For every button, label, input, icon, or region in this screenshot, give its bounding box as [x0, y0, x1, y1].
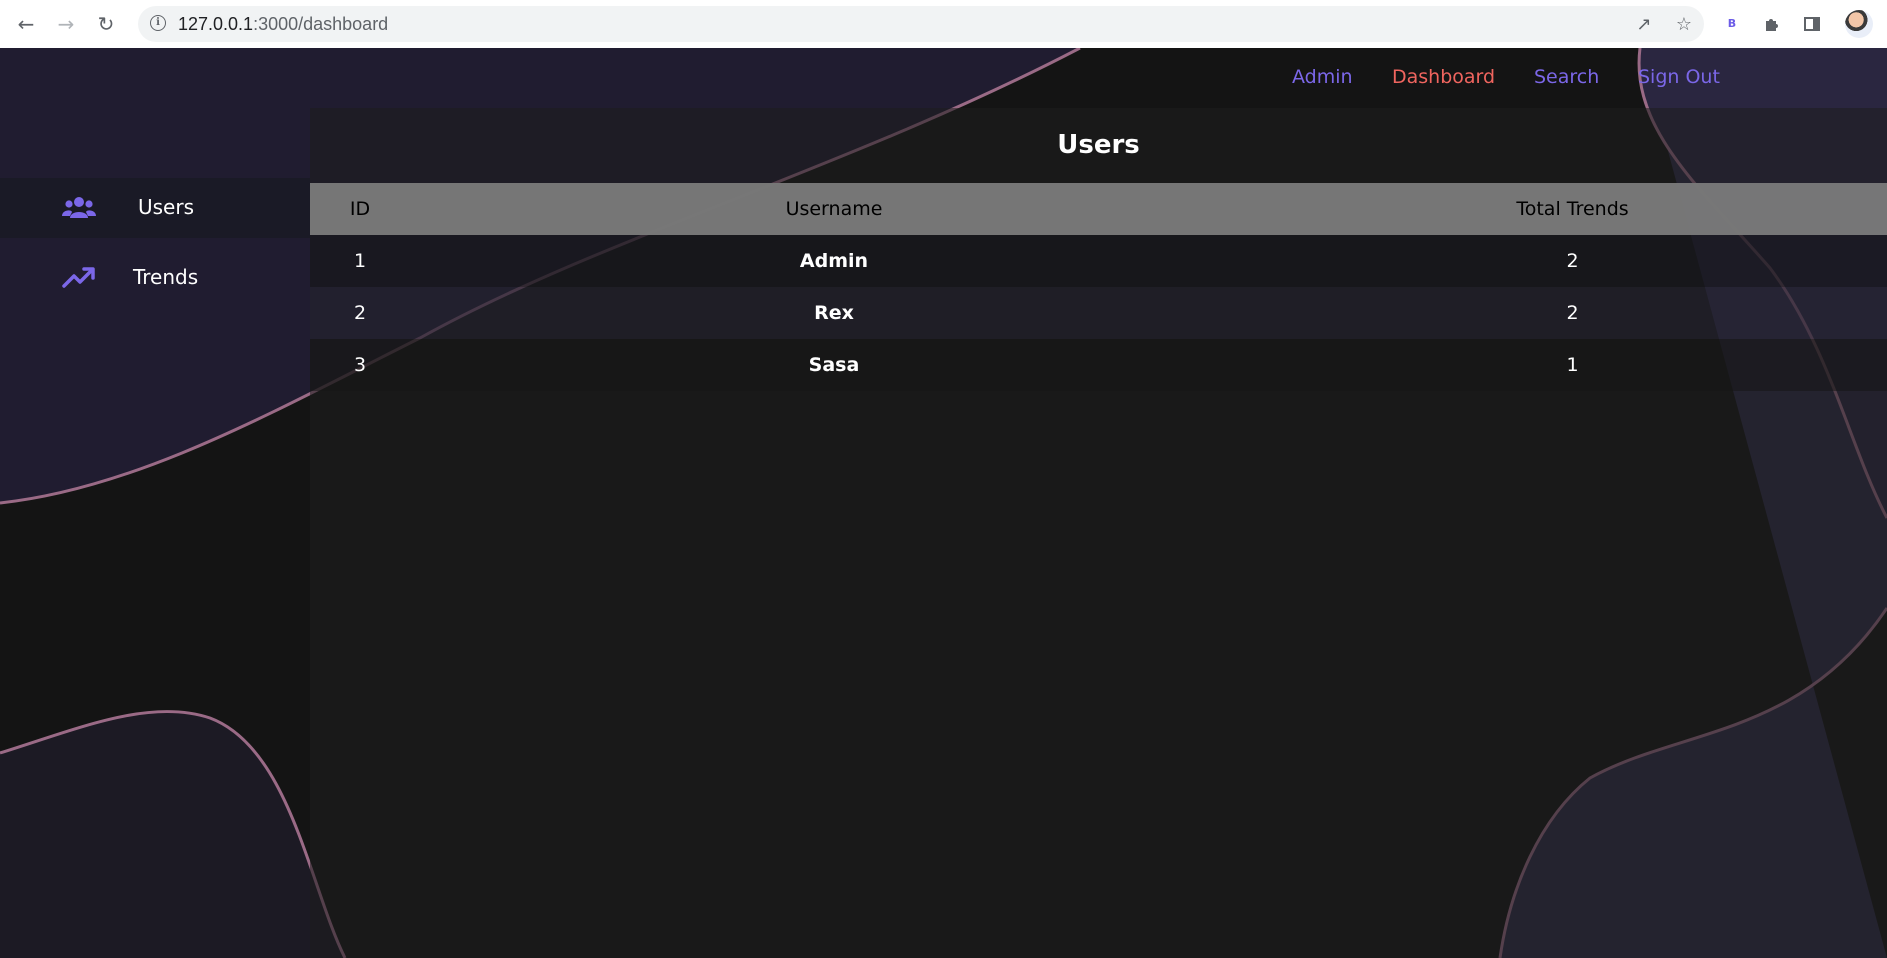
column-header-username: Username	[410, 183, 1258, 235]
trending-up-icon	[62, 267, 95, 288]
cell-id: 1	[310, 235, 410, 287]
nav-dashboard-link[interactable]: Dashboard	[1392, 66, 1495, 88]
top-navigation: Admin Dashboard Search Sign Out	[0, 48, 1887, 108]
sidebar-item-label: Users	[138, 195, 195, 219]
sidebar-item-label: Trends	[133, 265, 199, 289]
table-row: 3 Sasa 1	[310, 339, 1887, 391]
sidebar-item-trends[interactable]: Trends	[0, 248, 310, 308]
reload-icon[interactable]: ↻	[94, 12, 118, 36]
nav-sign-out-link[interactable]: Sign Out	[1638, 66, 1720, 88]
main-content: Users ID Username Total Trends 1 Admin 2…	[310, 108, 1887, 958]
table-header-row: ID Username Total Trends	[310, 183, 1887, 235]
url-host: 127.0.0.1	[178, 14, 254, 34]
nav-admin-link[interactable]: Admin	[1292, 66, 1353, 88]
column-header-total-trends: Total Trends	[1258, 183, 1887, 235]
browser-toolbar: ← → ↻ i 127.0.0.1:3000/dashboard ↗ ☆ B	[0, 0, 1887, 49]
side-panel-icon[interactable]	[1800, 12, 1824, 36]
cell-total-trends: 2	[1258, 235, 1887, 287]
bookmark-star-icon[interactable]: ☆	[1674, 15, 1694, 35]
app-root: Admin Dashboard Search Sign Out Users Tr…	[0, 48, 1887, 958]
table-row: 1 Admin 2	[310, 235, 1887, 287]
share-icon[interactable]: ↗	[1634, 15, 1654, 35]
extensions-puzzle-icon[interactable]	[1760, 12, 1784, 36]
cell-username: Admin	[410, 235, 1258, 287]
page-title: Users	[1057, 130, 1140, 160]
nav-search-link[interactable]: Search	[1534, 66, 1599, 88]
cell-total-trends: 1	[1258, 339, 1887, 391]
sidebar: Users Trends	[0, 178, 310, 308]
cell-id: 3	[310, 339, 410, 391]
users-table: ID Username Total Trends 1 Admin 2 2 Rex…	[310, 183, 1887, 391]
cell-username: Rex	[410, 287, 1258, 339]
column-header-id: ID	[310, 183, 410, 235]
url-text[interactable]: 127.0.0.1:3000/dashboard	[178, 14, 388, 35]
bing-extension-icon[interactable]: B	[1720, 12, 1744, 36]
sidebar-item-users[interactable]: Users	[0, 178, 310, 238]
address-bar[interactable]: i 127.0.0.1:3000/dashboard ↗ ☆	[138, 6, 1704, 42]
cell-total-trends: 2	[1258, 287, 1887, 339]
site-info-icon[interactable]: i	[150, 15, 166, 31]
cell-username: Sasa	[410, 339, 1258, 391]
back-arrow-icon[interactable]: ←	[14, 12, 38, 36]
url-path: :3000/dashboard	[253, 14, 389, 34]
profile-avatar[interactable]	[1845, 10, 1873, 38]
cell-id: 2	[310, 287, 410, 339]
forward-arrow-icon[interactable]: →	[54, 12, 78, 36]
table-row: 2 Rex 2	[310, 287, 1887, 339]
users-icon	[62, 197, 96, 218]
